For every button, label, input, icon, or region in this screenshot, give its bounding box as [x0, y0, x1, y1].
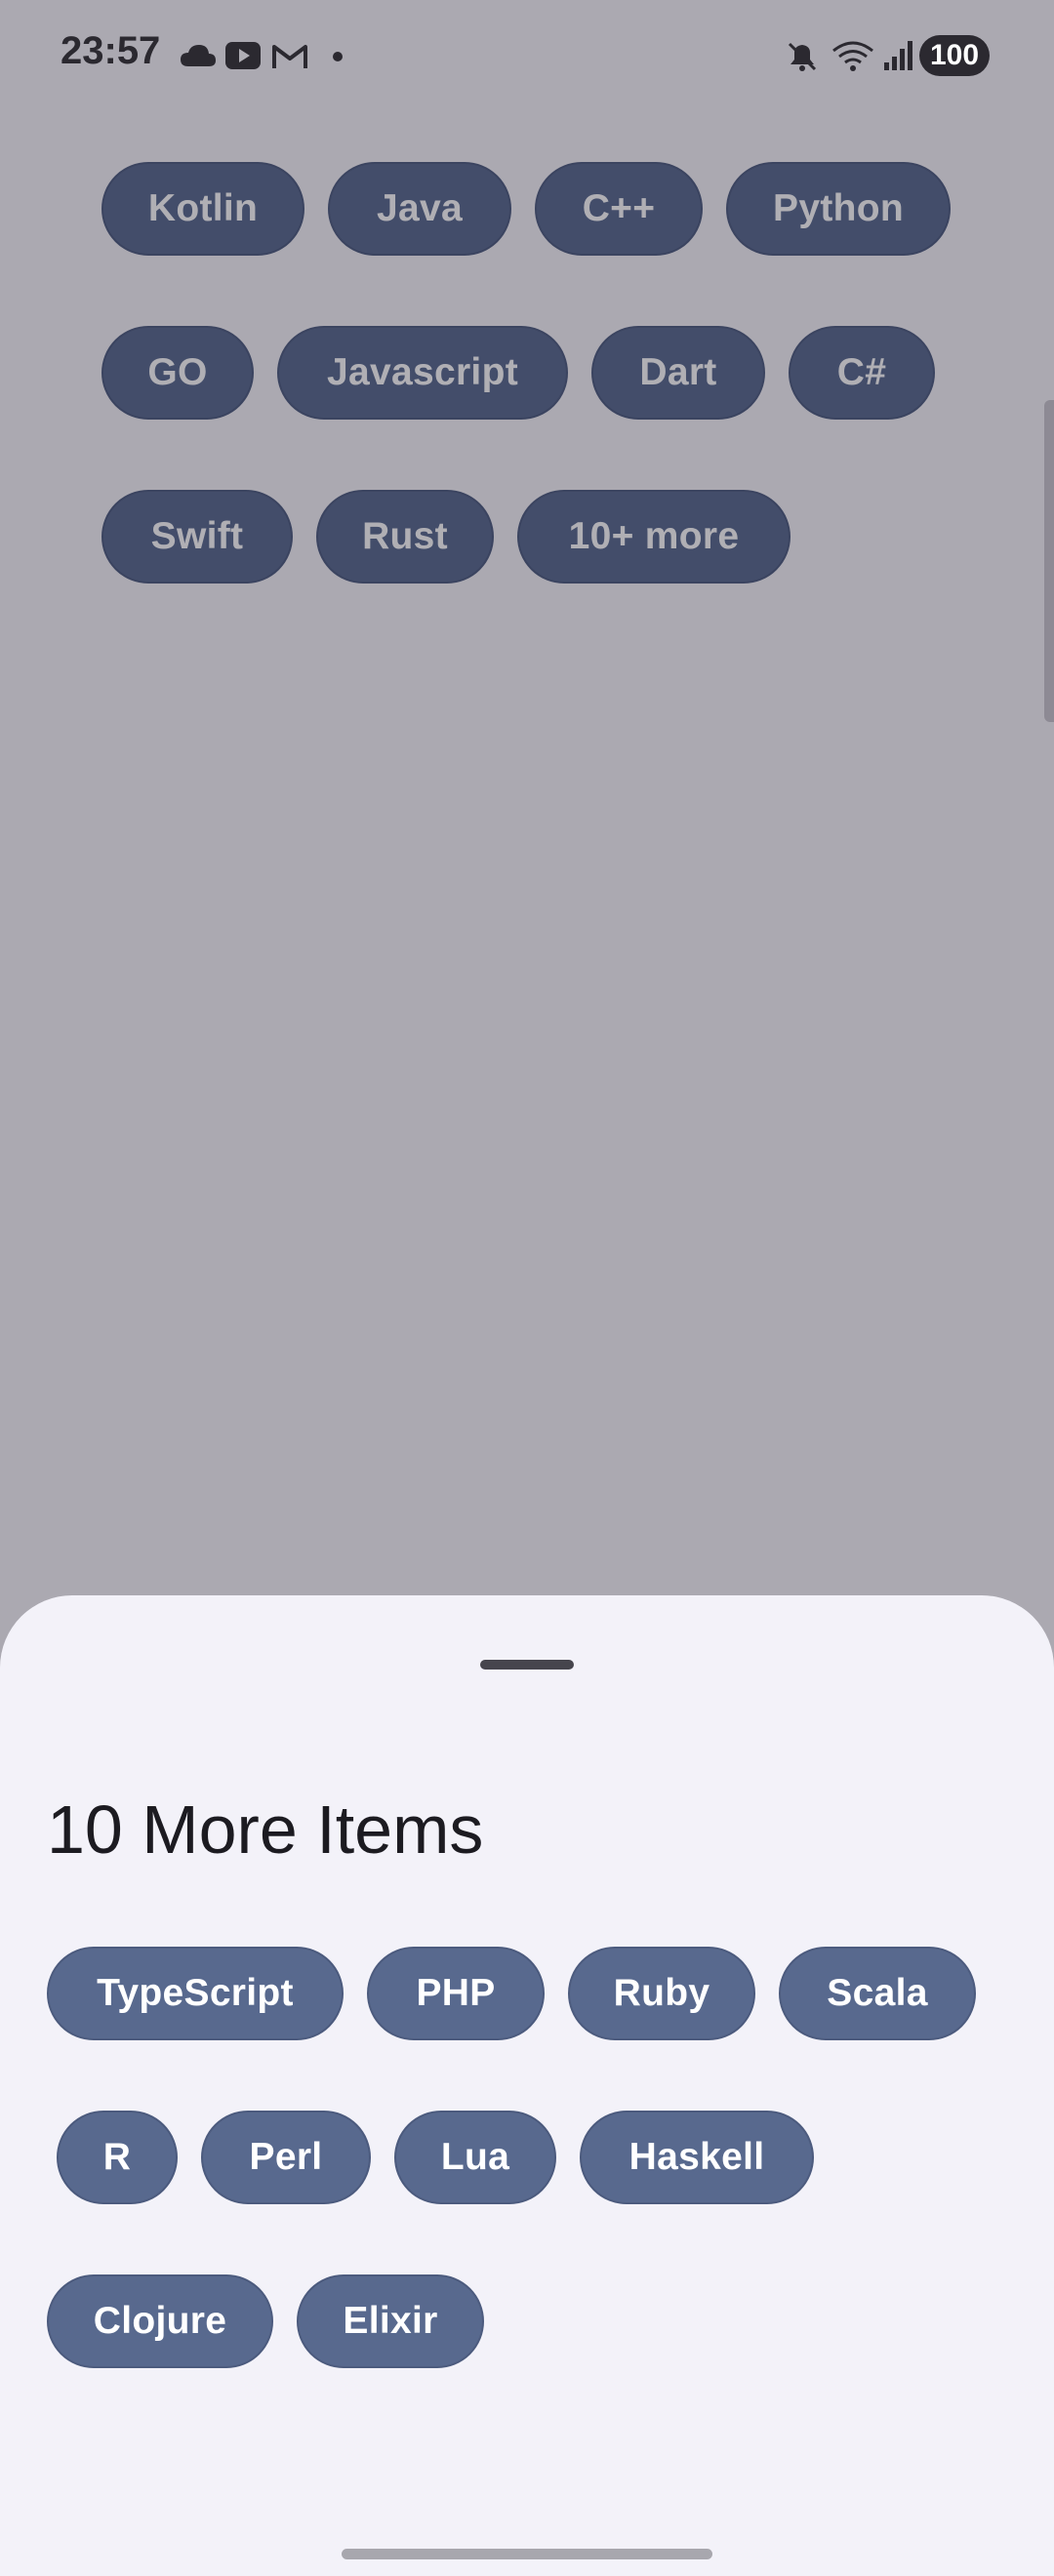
chip-ruby[interactable]: Ruby	[568, 1947, 755, 2040]
sheet-title: 10 More Items	[47, 1791, 484, 1868]
battery-indicator: 100	[919, 35, 990, 76]
mute-icon	[788, 42, 817, 71]
dot-icon	[333, 52, 343, 61]
chip-php[interactable]: PHP	[367, 1947, 545, 2040]
bottom-sheet: 10 More Items TypeScript PHP Ruby Scala …	[0, 1595, 1054, 2576]
chip-scala[interactable]: Scala	[779, 1947, 976, 2040]
status-bar: 23:57 100	[0, 0, 1054, 113]
cloud-icon	[181, 45, 216, 66]
screen: Kotlin Java C++ Python GO Javascript Dar…	[0, 0, 1054, 2576]
chip-clojure[interactable]: Clojure	[47, 2274, 273, 2368]
sheet-chip-row-3: Clojure Elixir	[47, 2274, 484, 2368]
chip-haskell[interactable]: Haskell	[580, 2111, 814, 2204]
wifi-icon	[832, 41, 873, 71]
gmail-icon	[272, 45, 307, 68]
chip-elixir[interactable]: Elixir	[297, 2274, 484, 2368]
drag-handle[interactable]	[480, 1660, 574, 1670]
chip-r[interactable]: R	[57, 2111, 178, 2204]
chip-typescript[interactable]: TypeScript	[47, 1947, 344, 2040]
status-time: 23:57	[61, 29, 161, 72]
gesture-nav-bar[interactable]	[342, 2549, 712, 2559]
chip-perl[interactable]: Perl	[201, 2111, 371, 2204]
sheet-chip-row-1: TypeScript PHP Ruby Scala	[47, 1947, 976, 2040]
sheet-chip-row-2: R Perl Lua Haskell	[57, 2111, 814, 2204]
signal-icon	[884, 41, 912, 70]
chip-lua[interactable]: Lua	[394, 2111, 556, 2204]
youtube-icon	[225, 42, 261, 69]
